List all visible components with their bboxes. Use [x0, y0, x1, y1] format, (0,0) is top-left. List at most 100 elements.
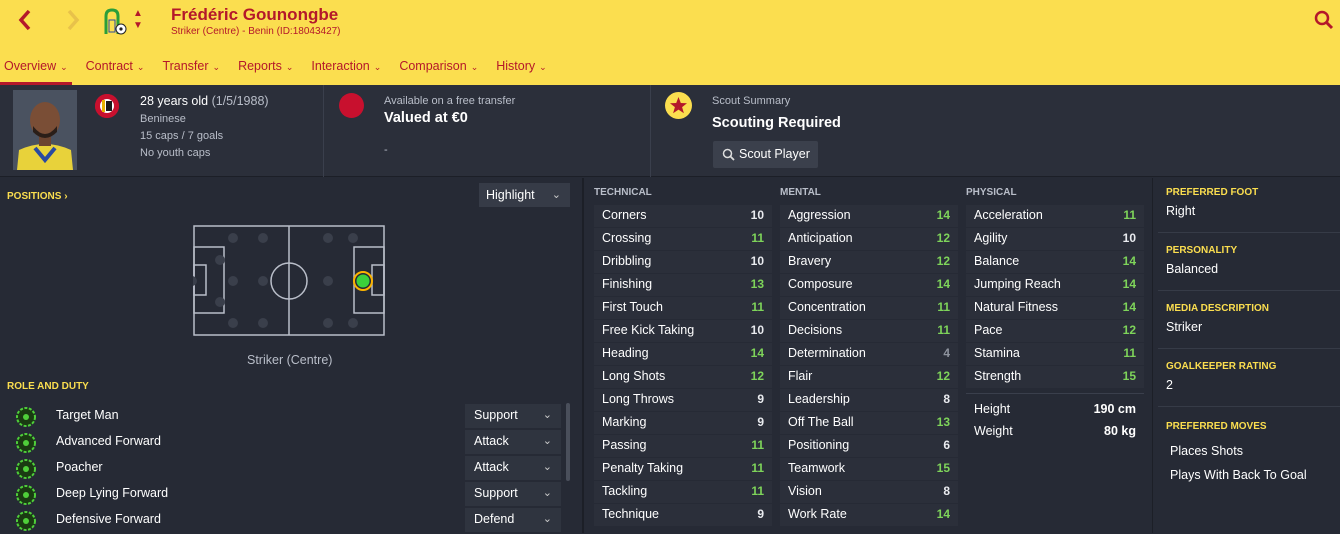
chevron-up-icon[interactable]: ▲: [133, 8, 143, 20]
attribute-name: Marking: [602, 415, 647, 429]
role-scrollbar[interactable]: [566, 403, 570, 481]
attribute-name: Work Rate: [788, 507, 847, 521]
attribute-row-physical[interactable]: Strength 15: [966, 366, 1144, 388]
attribute-name: Agility: [974, 231, 1008, 245]
role-row[interactable]: Advanced Forward Attack ⌄: [0, 430, 565, 456]
attribute-row-mental[interactable]: Flair 12: [780, 366, 958, 388]
attribute-row-physical[interactable]: Balance 14: [966, 251, 1144, 273]
weight-row: Weight 80 kg: [966, 421, 1144, 443]
attribute-row-technical[interactable]: Penalty Taking 11: [594, 458, 772, 480]
attribute-row-physical[interactable]: Agility 10: [966, 228, 1144, 250]
scout-button-label: Scout Player: [739, 147, 810, 161]
height-label: Height: [974, 402, 1011, 416]
role-row[interactable]: Defensive Forward Defend ⌄: [0, 508, 565, 534]
attribute-row-technical[interactable]: Technique 9: [594, 504, 772, 526]
attribute-row-physical[interactable]: Acceleration 11: [966, 205, 1144, 227]
forward-button[interactable]: [64, 8, 82, 36]
duty-dropdown[interactable]: Attack ⌄: [465, 430, 561, 454]
benin-flag-icon[interactable]: [95, 94, 119, 118]
attribute-row-mental[interactable]: Decisions 11: [780, 320, 958, 342]
back-button[interactable]: [16, 8, 34, 36]
role-name: Deep Lying Forward: [56, 486, 169, 500]
attribute-row-technical[interactable]: Tackling 11: [594, 481, 772, 503]
attribute-row-physical[interactable]: Jumping Reach 14: [966, 274, 1144, 296]
player-switch[interactable]: ▲ ▼: [133, 8, 143, 32]
divider: [650, 85, 651, 177]
attribute-row-mental[interactable]: Vision 8: [780, 481, 958, 503]
attribute-row-technical[interactable]: Finishing 13: [594, 274, 772, 296]
tab-contract[interactable]: Contract ⌄: [82, 55, 149, 85]
attribute-name: Jumping Reach: [974, 277, 1061, 291]
tab-interaction[interactable]: Interaction ⌄: [307, 55, 385, 85]
attribute-row-mental[interactable]: Determination 4: [780, 343, 958, 365]
tab-transfer[interactable]: Transfer ⌄: [158, 55, 224, 85]
role-row[interactable]: Target Man Support ⌄: [0, 404, 565, 430]
attribute-value: 11: [1123, 346, 1136, 360]
attribute-row-mental[interactable]: Teamwork 15: [780, 458, 958, 480]
goalkeeper-rating-label: GOALKEEPER RATING: [1166, 361, 1277, 372]
tab-reports[interactable]: Reports ⌄: [234, 55, 297, 85]
duty-dropdown[interactable]: Support ⌄: [465, 404, 561, 428]
attribute-row-technical[interactable]: Passing 11: [594, 435, 772, 457]
role-row[interactable]: Poacher Attack ⌄: [0, 456, 565, 482]
attribute-value: 15: [936, 461, 950, 475]
club-badge-icon[interactable]: [103, 8, 129, 36]
attribute-value: 14: [1122, 300, 1136, 314]
scout-player-button[interactable]: Scout Player: [713, 141, 818, 168]
attribute-value: 9: [757, 507, 764, 521]
role-row[interactable]: Deep Lying Forward Support ⌄: [0, 482, 565, 508]
attribute-row-mental[interactable]: Positioning 6: [780, 435, 958, 457]
preferred-move: Places Shots: [1170, 444, 1243, 458]
attribute-row-mental[interactable]: Anticipation 12: [780, 228, 958, 250]
attribute-row-technical[interactable]: Corners 10: [594, 205, 772, 227]
attribute-row-technical[interactable]: Crossing 11: [594, 228, 772, 250]
attribute-row-physical[interactable]: Stamina 11: [966, 343, 1144, 365]
attribute-row-technical[interactable]: Heading 14: [594, 343, 772, 365]
tab-comparison[interactable]: Comparison ⌄: [395, 55, 482, 85]
player-photo[interactable]: [13, 90, 77, 170]
attribute-row-technical[interactable]: First Touch 11: [594, 297, 772, 319]
personality: Balanced: [1166, 262, 1219, 276]
attribute-row-mental[interactable]: Bravery 12: [780, 251, 958, 273]
attribute-name: Bravery: [788, 254, 832, 268]
tab-overview[interactable]: Overview ⌄: [0, 55, 72, 85]
chevron-down-icon: ⌄: [542, 435, 552, 447]
chevron-down-icon[interactable]: ▼: [133, 20, 143, 32]
attribute-name: Leadership: [788, 392, 850, 406]
attribute-row-mental[interactable]: Concentration 11: [780, 297, 958, 319]
attribute-row-mental[interactable]: Off The Ball 13: [780, 412, 958, 434]
attribute-row-physical[interactable]: Pace 12: [966, 320, 1144, 342]
attribute-row-technical[interactable]: Long Throws 9: [594, 389, 772, 411]
height-row: Height 190 cm: [966, 399, 1144, 421]
attribute-name: Teamwork: [788, 461, 845, 475]
highlight-dropdown[interactable]: Highlight ⌄: [479, 183, 570, 207]
attribute-row-mental[interactable]: Work Rate 14: [780, 504, 958, 526]
attribute-value: 11: [751, 300, 764, 314]
duty-dropdown[interactable]: Attack ⌄: [465, 456, 561, 480]
attribute-value: 9: [757, 415, 764, 429]
duty-dropdown[interactable]: Support ⌄: [465, 482, 561, 506]
attribute-name: Concentration: [788, 300, 866, 314]
positions-link[interactable]: POSITIONS ›: [7, 191, 68, 202]
search-icon[interactable]: [1313, 9, 1335, 31]
tab-history[interactable]: History ⌄: [492, 55, 550, 85]
attribute-value: 10: [1122, 231, 1136, 245]
attribute-name: Corners: [602, 208, 647, 222]
attribute-name: Long Throws: [602, 392, 675, 406]
attribute-row-technical[interactable]: Long Shots 12: [594, 366, 772, 388]
attribute-name: Finishing: [602, 277, 653, 291]
attribute-row-technical[interactable]: Dribbling 10: [594, 251, 772, 273]
attribute-row-mental[interactable]: Composure 14: [780, 274, 958, 296]
mental-title: MENTAL: [780, 187, 821, 198]
attribute-value: 12: [750, 369, 764, 383]
attribute-row-physical[interactable]: Natural Fitness 14: [966, 297, 1144, 319]
attribute-row-technical[interactable]: Marking 9: [594, 412, 772, 434]
weight-label: Weight: [974, 424, 1013, 438]
attribute-row-technical[interactable]: Free Kick Taking 10: [594, 320, 772, 342]
duty-dropdown[interactable]: Defend ⌄: [465, 508, 561, 532]
attribute-row-mental[interactable]: Leadership 8: [780, 389, 958, 411]
attribute-name: Aggression: [788, 208, 851, 222]
personality-label: PERSONALITY: [1166, 245, 1238, 256]
attribute-row-mental[interactable]: Aggression 14: [780, 205, 958, 227]
star-icon: [665, 92, 692, 119]
